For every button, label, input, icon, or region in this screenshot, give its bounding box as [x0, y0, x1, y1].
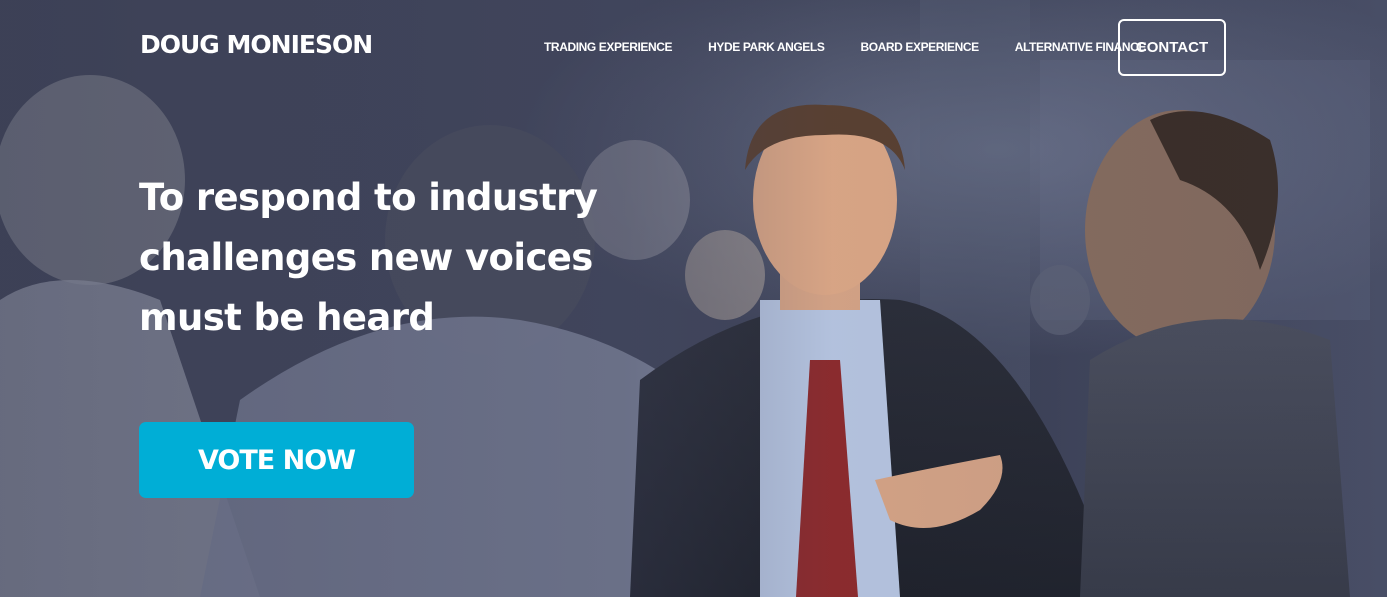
main-navigation: TRADING EXPERIENCE HYDE PARK ANGELS BOAR…: [544, 19, 1182, 75]
headline-line: must be heard: [139, 296, 435, 339]
headline-line: To respond to industry: [139, 176, 598, 219]
brand-logo[interactable]: DOUG MONIESON: [140, 30, 373, 59]
headline-line: challenges new voices: [139, 236, 593, 279]
contact-button[interactable]: CONTACT: [1118, 19, 1226, 76]
nav-item-hyde-park-angels[interactable]: HYDE PARK ANGELS: [708, 40, 825, 54]
nav-item-trading-experience[interactable]: TRADING EXPERIENCE: [544, 40, 673, 54]
hero-headline: To respond to industry challenges new vo…: [139, 168, 619, 348]
nav-item-board-experience[interactable]: BOARD EXPERIENCE: [860, 40, 979, 54]
vote-now-button[interactable]: VOTE NOW: [139, 422, 414, 498]
hero-section: DOUG MONIESON TRADING EXPERIENCE HYDE PA…: [0, 0, 1387, 597]
